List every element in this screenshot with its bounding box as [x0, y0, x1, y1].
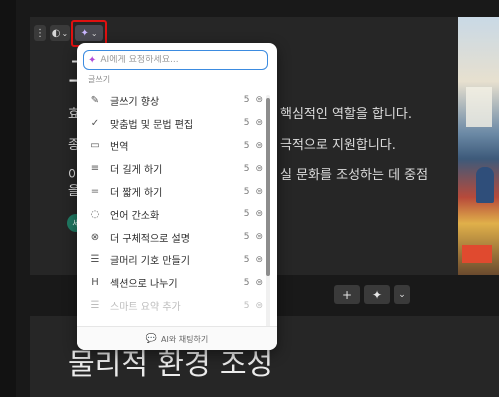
ai-prompt-input[interactable] [100, 55, 251, 65]
menu-item-simplify-language[interactable]: ◌ 언어 간소화 5 ⊜ [77, 203, 265, 226]
theme-button[interactable]: ◐ ⌄ [50, 25, 70, 41]
slide-1-line-3-right: 실 문화를 조성하는 데 중점 [280, 168, 429, 183]
credit-icon: ⊜ [255, 186, 263, 197]
menu-item-label: 스마트 요약 추가 [110, 302, 181, 314]
heading-icon: H [91, 277, 99, 289]
credit-icon: ⊜ [255, 254, 263, 265]
credit-count: 5 [243, 254, 250, 265]
credit-icon: ⊜ [255, 209, 263, 220]
bullet-list-icon: ☰ [90, 254, 100, 266]
chevron-down-icon: ⌄ [398, 289, 406, 300]
short-lines-icon: = [90, 186, 100, 198]
credit-icon: ⊜ [255, 277, 263, 288]
section-label-writing: 글쓰기 [88, 75, 111, 84]
plus-icon: + [341, 287, 353, 302]
credit-count: 5 [243, 140, 250, 151]
ai-prompt-field[interactable]: ✦ [83, 50, 268, 70]
chat-with-ai-button[interactable]: 💬 AI와 채팅하기 [77, 326, 277, 350]
photo-child [476, 167, 494, 203]
credit-count: 5 [243, 163, 250, 174]
menu-item-smart-summary[interactable]: ☰ 스마트 요약 추가 5 ⊜ [77, 294, 265, 317]
menu-item-label: 더 짧게 하기 [110, 188, 163, 200]
target-icon: ⊗ [90, 231, 100, 243]
credit-count: 5 [243, 232, 250, 243]
add-block-button[interactable]: + [334, 285, 360, 304]
check-icon: ✓ [90, 117, 100, 129]
menu-item-make-shorter[interactable]: = 더 짧게 하기 5 ⊜ [77, 180, 265, 203]
more-vertical-icon: ⋮ [35, 27, 45, 39]
palette-icon: ◐ [51, 27, 61, 39]
ai-assistant-popup: ✦ 글쓰기 ✎ 글쓰기 향상 5 ⊜ ✓ 맞춤법 및 문법 편집 5 ⊜ ▭ 번… [77, 43, 277, 350]
credit-count: 5 [243, 209, 250, 220]
menu-item-label: 섹션으로 나누기 [110, 279, 178, 291]
credit-icon: ⊜ [255, 300, 263, 311]
photo-window [466, 87, 492, 127]
speech-bubble-icon: ◌ [90, 208, 100, 220]
menu-item-label: 번역 [110, 142, 129, 154]
ai-sparkle-icon: ✦ [88, 54, 97, 66]
menu-item-label: 언어 간소화 [110, 210, 160, 222]
credit-icon: ⊜ [255, 140, 263, 151]
slide-options-dropdown[interactable]: ⌄ [394, 285, 410, 304]
credit-count: 5 [243, 300, 250, 311]
credit-count: 5 [243, 277, 250, 288]
menu-item-bullet-points[interactable]: ☰ 글머리 기호 만들기 5 ⊜ [77, 249, 265, 272]
slide-action-toolbar: + ✦ ⌄ [334, 285, 410, 304]
chevron-down-icon: ⌄ [61, 28, 69, 38]
slide-1-line-2-right: 극적으로 지원합니다. [280, 138, 396, 153]
chat-with-ai-label: AI와 채팅하기 [161, 334, 209, 344]
credit-icon: ⊜ [255, 118, 263, 129]
lines-icon: ≡ [90, 163, 100, 175]
menu-item-translate[interactable]: ▭ 번역 5 ⊜ [77, 135, 265, 158]
credit-count: 5 [243, 95, 250, 106]
menu-item-label: 맞춤법 및 문법 편집 [110, 119, 194, 131]
credit-icon: ⊜ [255, 163, 263, 174]
menu-item-improve-writing[interactable]: ✎ 글쓰기 향상 5 ⊜ [77, 89, 265, 112]
photo-desk [462, 245, 492, 263]
credit-count: 5 [243, 118, 250, 129]
credit-icon: ⊜ [255, 95, 263, 106]
more-options-button[interactable]: ⋮ [34, 25, 46, 41]
menu-item-label: 더 구체적으로 설명 [110, 233, 190, 245]
classroom-photo [458, 17, 499, 275]
chat-icon: 💬 [145, 334, 158, 344]
menu-item-label: 더 길게 하기 [110, 165, 163, 177]
ai-action-menu: ✎ 글쓰기 향상 5 ⊜ ✓ 맞춤법 및 문법 편집 5 ⊜ ▭ 번역 5 ⊜ … [77, 89, 265, 317]
credit-icon: ⊜ [255, 232, 263, 243]
summary-icon: ☰ [90, 300, 100, 312]
credit-count: 5 [243, 186, 250, 197]
pen-icon: ✎ [90, 94, 100, 106]
menu-scrollbar-thumb[interactable] [266, 98, 270, 276]
menu-item-fix-spelling-grammar[interactable]: ✓ 맞춤법 및 문법 편집 5 ⊜ [77, 112, 265, 135]
ai-sparkle-icon: ✦ [371, 287, 383, 302]
left-edge-panel [0, 0, 16, 397]
ai-slide-button[interactable]: ✦ [364, 285, 390, 304]
menu-item-label: 글머리 기호 만들기 [110, 256, 190, 268]
menu-item-be-more-specific[interactable]: ⊗ 더 구체적으로 설명 5 ⊜ [77, 226, 265, 249]
menu-item-label: 글쓰기 향상 [110, 96, 160, 108]
slide-1-line-1-right: 핵심적인 역할을 합니다. [280, 107, 412, 122]
menu-item-make-longer[interactable]: ≡ 더 길게 하기 5 ⊜ [77, 157, 265, 180]
menu-item-split-sections[interactable]: H 섹션으로 나누기 5 ⊜ [77, 271, 265, 294]
translate-icon: ▭ [90, 140, 100, 152]
